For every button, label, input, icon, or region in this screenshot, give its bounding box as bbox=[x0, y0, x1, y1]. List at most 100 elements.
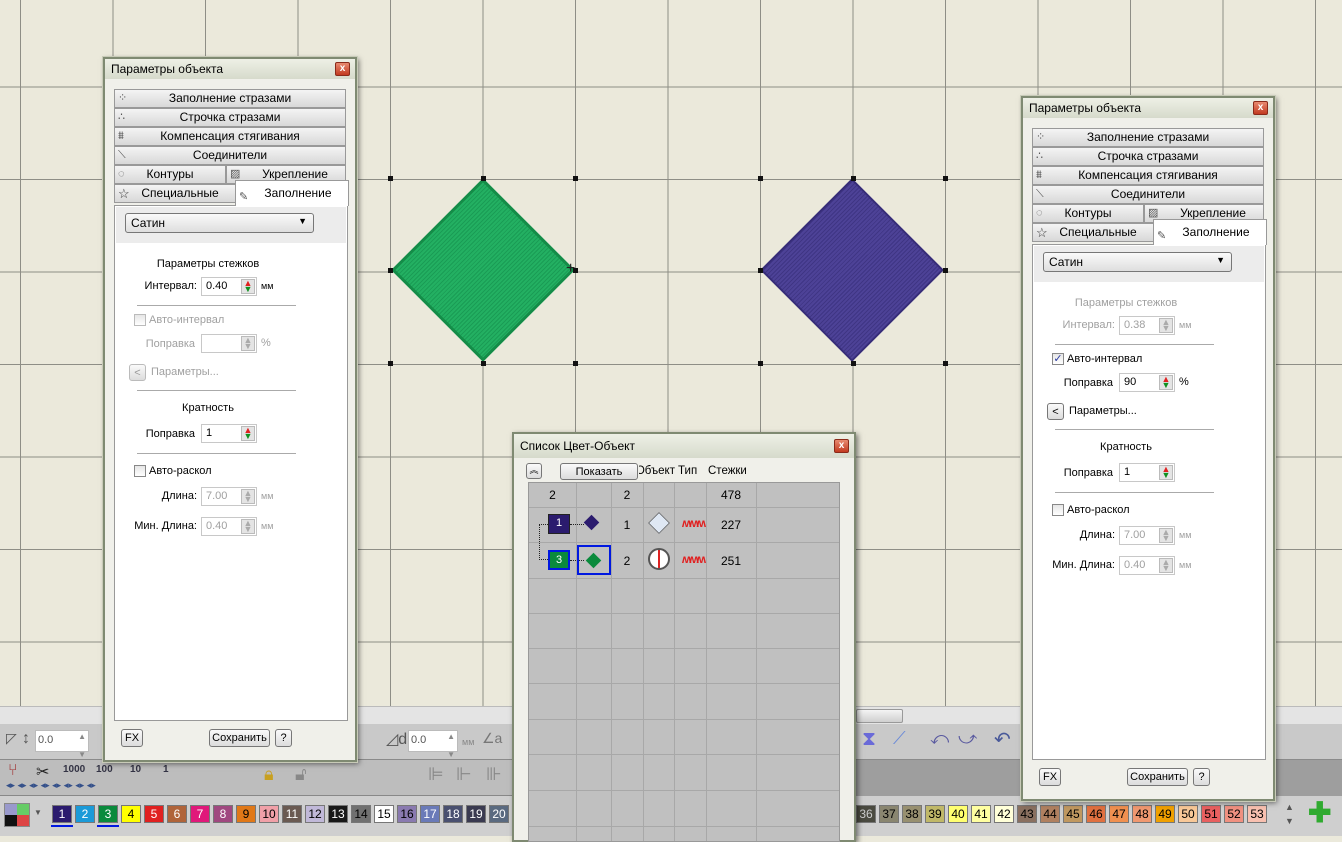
fx-button[interactable]: FX bbox=[1039, 768, 1061, 786]
selection-handle[interactable] bbox=[388, 361, 393, 366]
color-swatch-52[interactable]: 52 bbox=[1224, 805, 1244, 823]
scissors-icon[interactable]: ✂ bbox=[36, 762, 49, 782]
color-swatch-18[interactable]: 18 bbox=[443, 805, 463, 823]
selection-handle[interactable] bbox=[850, 361, 856, 366]
color-swatch-13[interactable]: 13 bbox=[328, 805, 348, 823]
color-swatch-7[interactable]: 7 bbox=[190, 805, 210, 823]
selection-handle[interactable] bbox=[943, 361, 948, 366]
tab-special[interactable]: ☆ Специальные bbox=[1032, 223, 1154, 242]
params-label[interactable]: Параметры... bbox=[1069, 405, 1137, 417]
selection-handle[interactable] bbox=[850, 176, 856, 181]
align-center-icon[interactable]: ⊩ bbox=[456, 764, 472, 785]
correction-spinner[interactable]: ▲ ▼ bbox=[201, 334, 257, 353]
color-swatch-41[interactable]: 41 bbox=[971, 805, 991, 823]
tab-special[interactable]: ☆ Специальные bbox=[114, 184, 236, 203]
params-label[interactable]: Параметры... bbox=[151, 366, 219, 378]
tab-outlines[interactable]: ◌ Контуры bbox=[1032, 204, 1144, 223]
align-left-icon[interactable]: ⊫ bbox=[428, 764, 444, 785]
titlebar[interactable]: Параметры объекта bbox=[1023, 98, 1273, 118]
rotate-right-icon[interactable]: ⤻ bbox=[958, 728, 977, 749]
min-length-spinner[interactable]: 0.40 ▲ ▼ bbox=[201, 517, 257, 536]
align-right-icon[interactable]: ⊪ bbox=[486, 764, 502, 785]
tab-pull-compensation[interactable]: ⩩ Компенсация стягивания bbox=[1032, 166, 1264, 185]
object-diamond-icon[interactable] bbox=[583, 514, 600, 531]
color-swatch-20[interactable]: 20 bbox=[489, 805, 509, 823]
rotate-left-icon[interactable]: ⤺ bbox=[930, 728, 949, 749]
color-swatch-37[interactable]: 37 bbox=[879, 805, 899, 823]
palette-grid-icon[interactable] bbox=[4, 803, 30, 827]
tab-connectors[interactable]: ⟍ Соединители bbox=[1032, 185, 1264, 204]
selection-handle[interactable] bbox=[480, 176, 486, 181]
color-swatch-45[interactable]: 45 bbox=[1063, 805, 1083, 823]
height-spinner[interactable]: 0.0 ▲ ▼ bbox=[35, 730, 89, 759]
fill-type-dropdown[interactable]: Сатин ▼ bbox=[125, 213, 314, 233]
close-button[interactable]: x bbox=[335, 62, 350, 76]
length-spinner[interactable]: 7.00 ▲ ▼ bbox=[201, 487, 257, 506]
color-swatch-39[interactable]: 39 bbox=[925, 805, 945, 823]
close-button[interactable]: x bbox=[1253, 101, 1268, 115]
unlock-icon[interactable]: 🔓︎ bbox=[295, 764, 307, 785]
color-swatch-11[interactable]: 11 bbox=[282, 805, 302, 823]
tab-connectors[interactable]: ⟍ Соединители bbox=[114, 146, 346, 165]
color-swatch-10[interactable]: 10 bbox=[259, 805, 279, 823]
color-swatch-40[interactable]: 40 bbox=[948, 805, 968, 823]
color-swatch-48[interactable]: 48 bbox=[1132, 805, 1152, 823]
correction-spinner[interactable]: 90 ▲ ▼ bbox=[1119, 373, 1175, 392]
color-swatch-12[interactable]: 12 bbox=[305, 805, 325, 823]
tab-pull-compensation[interactable]: ⩩ Компенсация стягивания bbox=[114, 127, 346, 146]
mirror-diagonal-icon[interactable]: ⟋ bbox=[893, 728, 906, 749]
color-swatch-9[interactable]: 9 bbox=[236, 805, 256, 823]
tab-rhinestone-fill[interactable]: ⁘ Заполнение стразами bbox=[114, 89, 346, 108]
scrollbar-thumb[interactable] bbox=[856, 709, 903, 723]
color-swatch-19[interactable]: 19 bbox=[466, 805, 486, 823]
auto-interval-checkbox[interactable] bbox=[134, 314, 146, 326]
fill-type-dropdown[interactable]: Сатин ▼ bbox=[1043, 252, 1232, 272]
selection-handle[interactable] bbox=[388, 268, 393, 273]
help-button[interactable]: ? bbox=[275, 729, 292, 747]
color-swatch-43[interactable]: 43 bbox=[1017, 805, 1037, 823]
color-object-list-titlebar[interactable]: Список Цвет-Объект bbox=[514, 434, 854, 458]
lock-icon[interactable]: 🔒︎ bbox=[264, 764, 274, 785]
tab-rhinestone-line[interactable]: ∴ Строчка стразами bbox=[1032, 147, 1264, 166]
params-expand-button[interactable]: < bbox=[129, 364, 146, 381]
save-button[interactable]: Сохранить bbox=[209, 729, 270, 747]
palette-dropdown-icon[interactable]: ▼ bbox=[34, 808, 42, 817]
palette-scroll-down[interactable]: ▼ bbox=[1285, 816, 1294, 826]
distance-spinner[interactable]: 0.0 ▲ ▼ bbox=[408, 730, 458, 759]
color-swatch-17[interactable]: 17 bbox=[420, 805, 440, 823]
object-diamond-icon[interactable] bbox=[577, 545, 611, 575]
selection-handle[interactable] bbox=[758, 176, 763, 181]
color-chip[interactable]: 3 bbox=[548, 550, 570, 570]
color-swatch-6[interactable]: 6 bbox=[167, 805, 187, 823]
titlebar[interactable]: Параметры объекта bbox=[105, 59, 355, 79]
color-swatch-36[interactable]: 36 bbox=[856, 805, 876, 823]
auto-split-checkbox[interactable] bbox=[1052, 504, 1064, 516]
purple-satin-diamond[interactable] bbox=[760, 178, 944, 362]
color-swatch-42[interactable]: 42 bbox=[994, 805, 1014, 823]
params-expand-button[interactable]: < bbox=[1047, 403, 1064, 420]
auto-interval-checkbox[interactable]: ✓ bbox=[1052, 353, 1064, 365]
step-1[interactable]: 1 bbox=[163, 764, 169, 775]
selection-handle[interactable] bbox=[573, 361, 578, 366]
color-swatch-16[interactable]: 16 bbox=[397, 805, 417, 823]
header-object[interactable]: Объект bbox=[639, 465, 675, 477]
min-length-spinner[interactable]: 0.40 ▲ ▼ bbox=[1119, 556, 1175, 575]
mult-correction-spinner[interactable]: 1 ▲ ▼ bbox=[201, 424, 257, 443]
color-swatch-1[interactable]: 1 bbox=[51, 805, 73, 827]
add-color-icon[interactable]: ✚ bbox=[1308, 796, 1331, 829]
show-button[interactable]: Показать bbox=[560, 463, 638, 480]
color-swatch-53[interactable]: 53 bbox=[1247, 805, 1267, 823]
color-swatch-3[interactable]: 3 bbox=[97, 805, 119, 827]
color-swatch-4[interactable]: 4 bbox=[121, 805, 141, 823]
color-chip[interactable]: 1 bbox=[548, 514, 570, 534]
step-100[interactable]: 100 bbox=[96, 764, 113, 775]
color-swatch-46[interactable]: 46 bbox=[1086, 805, 1106, 823]
color-swatch-50[interactable]: 50 bbox=[1178, 805, 1198, 823]
color-swatch-49[interactable]: 49 bbox=[1155, 805, 1175, 823]
tab-outlines[interactable]: ◌ Контуры bbox=[114, 165, 226, 184]
selection-handle[interactable] bbox=[480, 361, 486, 366]
length-spinner[interactable]: 7.00 ▲ ▼ bbox=[1119, 526, 1175, 545]
selection-handle[interactable] bbox=[573, 176, 578, 181]
tab-rhinestone-line[interactable]: ∴ Строчка стразами bbox=[114, 108, 346, 127]
table-row[interactable]: 1 1 ʍʍʍ 227 bbox=[529, 507, 839, 542]
